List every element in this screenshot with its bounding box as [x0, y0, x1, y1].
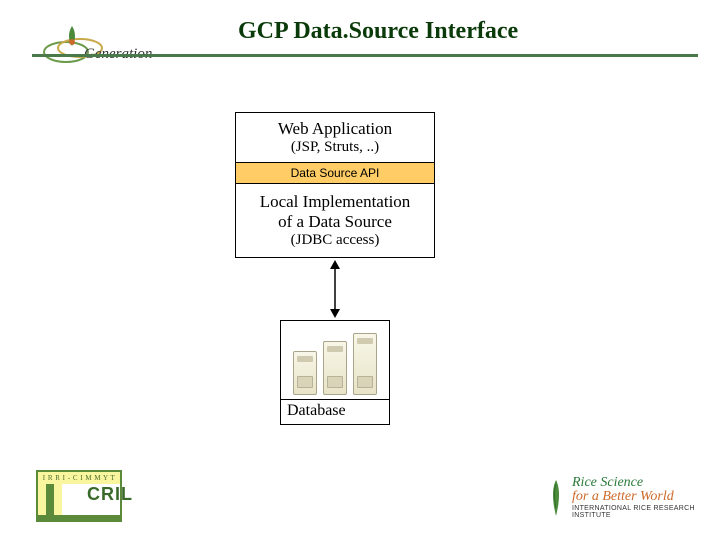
cril-top-label: I R R I - C I M M Y T [38, 472, 120, 484]
cril-text: CRIL [87, 484, 95, 505]
rice-line3: INTERNATIONAL RICE RESEARCH INSTITUTE [572, 505, 696, 519]
rice-science-logo: Rice Science for a Better World INTERNAT… [546, 476, 696, 520]
title-underline [32, 54, 698, 57]
generation-logo: Generation [38, 18, 158, 72]
web-app-subtitle: (JSP, Struts, ..) [240, 139, 430, 156]
local-impl-line2: of a Data Source [240, 212, 430, 232]
local-implementation-box: Local Implementation of a Data Source (J… [235, 184, 435, 258]
cril-seeds-icon [87, 505, 95, 515]
server-cluster-icon [281, 321, 389, 399]
double-arrow-icon [328, 260, 342, 318]
generation-logo-mark-icon: Generation [38, 18, 158, 72]
local-impl-line3: (JDBC access) [240, 232, 430, 249]
slide-title: GCP Data.Source Interface [238, 18, 518, 45]
rice-line1: Rice Science [572, 476, 696, 490]
cril-bars-icon: CRIL [38, 484, 120, 515]
database-box: Database [280, 320, 390, 425]
web-app-title: Web Application [240, 119, 430, 139]
local-impl-line1: Local Implementation [240, 192, 430, 212]
web-application-box: Web Application (JSP, Struts, ..) [235, 112, 435, 163]
bidirectional-connector [235, 258, 435, 320]
slide-footer: I R R I - C I M M Y T CRIL [0, 470, 720, 530]
cril-logo: I R R I - C I M M Y T CRIL [36, 470, 122, 522]
data-source-api-band: Data Source API [235, 163, 435, 184]
server-icon [293, 351, 317, 395]
slide-header: Generation GCP Data.Source Interface [0, 0, 720, 78]
rice-plant-icon [546, 478, 566, 518]
database-label: Database [281, 399, 389, 424]
server-icon [353, 333, 377, 395]
rice-line2: for a Better World [572, 490, 696, 504]
server-icon [323, 341, 347, 395]
architecture-diagram: Web Application (JSP, Struts, ..) Data S… [235, 112, 435, 425]
